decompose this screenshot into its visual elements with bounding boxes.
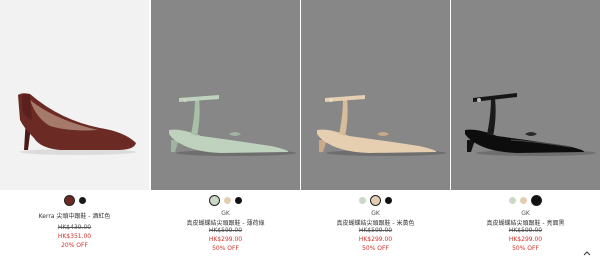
shoe-photo-mint: [151, 0, 300, 190]
original-price: HK$599.00: [358, 227, 393, 234]
product-brand: GK: [521, 210, 530, 217]
product-name[interactable]: 真皮蝴蝶結尖頭跟鞋 - 米黃色: [301, 218, 450, 227]
product-brand: GK: [221, 210, 230, 217]
sale-price: HK$299.00: [208, 236, 243, 243]
swatch[interactable]: [63, 194, 75, 206]
sale-price: HK$351.00: [57, 233, 92, 240]
color-swatches: [151, 194, 300, 206]
original-price: HK$599.00: [508, 227, 543, 234]
shoe-photo-beige: [301, 0, 450, 190]
color-swatches: [451, 194, 600, 206]
product-name[interactable]: 真皮蝴蝶結尖頭跟鞋 - 亮面黑: [451, 218, 600, 227]
discount-badge: 20% OFF: [61, 242, 88, 249]
chevron-up-icon: [583, 251, 591, 256]
swatch[interactable]: [509, 196, 516, 204]
product-card[interactable]: Kerra 尖頭中跟鞋 - 酒紅色 HK$439.00 HK$351.00 20…: [0, 0, 149, 261]
sale-price: HK$299.00: [508, 236, 543, 243]
sale-price: HK$299.00: [358, 236, 393, 243]
swatch[interactable]: [370, 194, 381, 206]
product-name[interactable]: Kerra 尖頭中跟鞋 - 酒紅色: [0, 211, 149, 220]
product-grid: Kerra 尖頭中跟鞋 - 酒紅色 HK$439.00 HK$351.00 20…: [0, 0, 600, 261]
product-name[interactable]: 真皮蝴蝶結尖頭跟鞋 - 薄荷綠: [151, 218, 300, 227]
product-image[interactable]: [301, 0, 450, 190]
swatch[interactable]: [235, 196, 242, 204]
product-card[interactable]: GK 真皮蝴蝶結尖頭跟鞋 - 亮面黑 HK$599.00 HK$299.00 5…: [451, 0, 600, 261]
swatch[interactable]: [209, 194, 220, 206]
swatch[interactable]: [520, 196, 527, 204]
swatch[interactable]: [385, 196, 392, 204]
product-card[interactable]: GK 真皮蝴蝶結尖頭跟鞋 - 米黃色 HK$599.00 HK$299.00 5…: [301, 0, 450, 261]
product-image[interactable]: [451, 0, 600, 190]
product-image[interactable]: [151, 0, 300, 190]
product-card[interactable]: GK 真皮蝴蝶結尖頭跟鞋 - 薄荷綠 HK$599.00 HK$299.00 5…: [151, 0, 300, 261]
swatch[interactable]: [224, 196, 231, 204]
shoe-photo-black: [451, 0, 600, 190]
product-image[interactable]: [0, 0, 149, 190]
discount-badge: 50% OFF: [512, 245, 539, 252]
original-price: HK$439.00: [57, 224, 92, 231]
discount-badge: 50% OFF: [212, 245, 239, 252]
swatch[interactable]: [78, 196, 86, 204]
shoe-photo-burgundy: [0, 0, 149, 190]
scroll-to-top-button[interactable]: [580, 247, 594, 259]
discount-badge: 50% OFF: [362, 245, 389, 252]
swatch[interactable]: [531, 194, 542, 206]
color-swatches: [0, 194, 149, 206]
color-swatches: [301, 194, 450, 206]
original-price: HK$599.00: [208, 227, 243, 234]
product-brand: GK: [371, 210, 380, 217]
swatch[interactable]: [359, 196, 366, 204]
